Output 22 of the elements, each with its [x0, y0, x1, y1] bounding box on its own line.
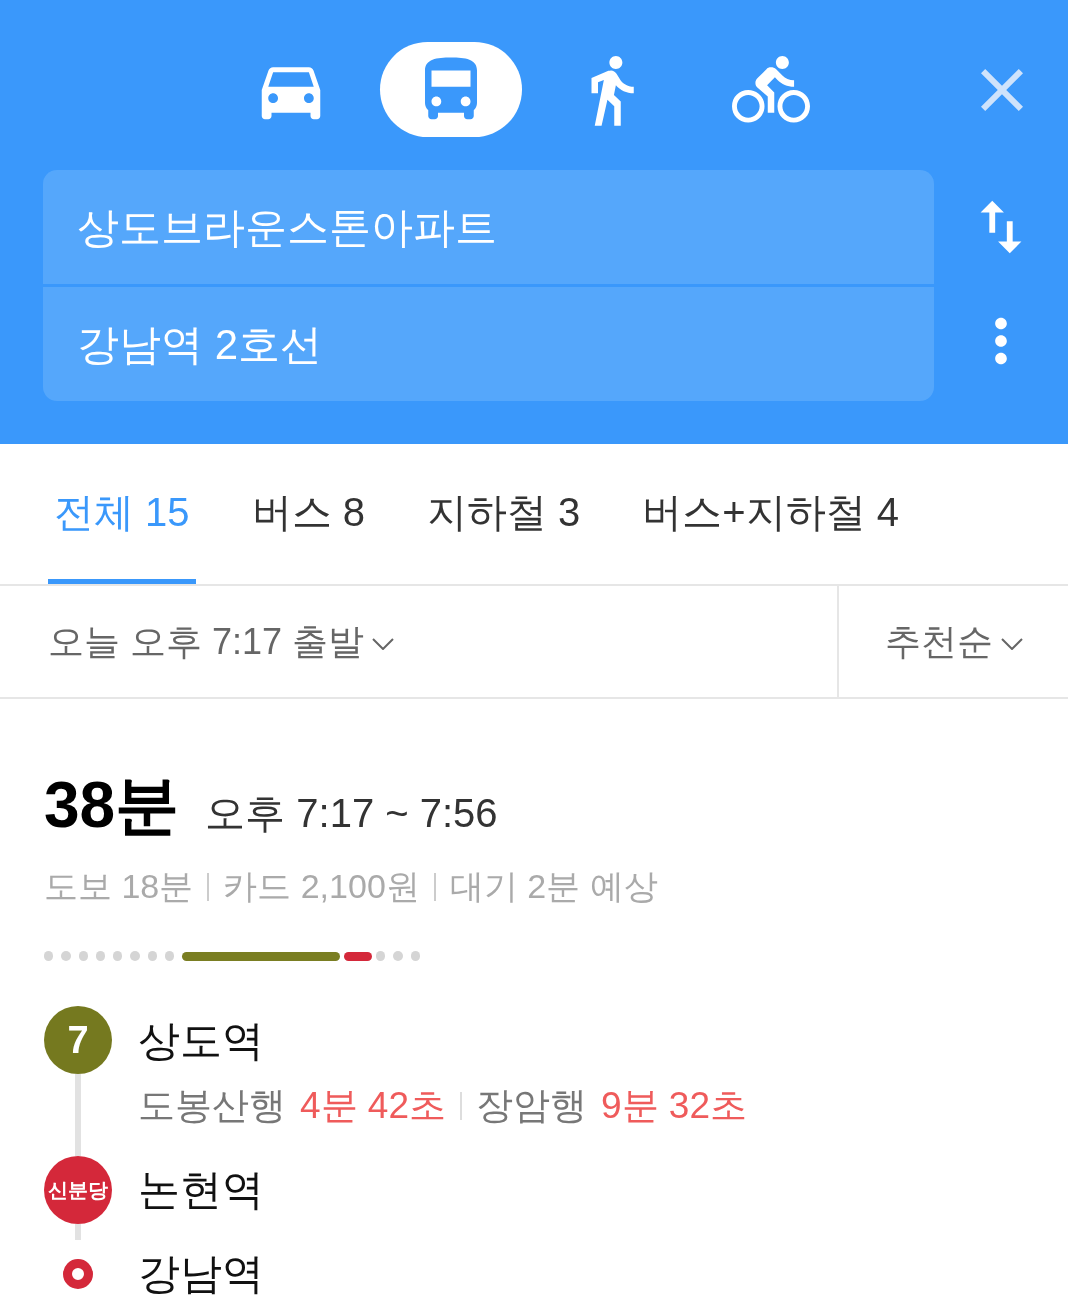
arrival-time: 9분 32초 [601, 1084, 748, 1128]
train-direction: 도봉산행 [138, 1084, 286, 1128]
route-duration: 38분 [44, 768, 180, 843]
arrival-time: 4분 42초 [300, 1084, 446, 1128]
line-badge: 7 [44, 1006, 112, 1074]
route-time-range: 오후 7:17 ~ 7:56 [205, 790, 498, 837]
departure-time-dropdown[interactable]: 오늘 오후 7:17 출발 [0, 586, 837, 697]
route-summary-item: 카드 2,100원 [223, 866, 420, 907]
filter-tab[interactable]: 버스+지하철 4 [636, 444, 906, 584]
station-name: 논현역 [138, 1165, 264, 1215]
station-name: 상도역 [138, 1015, 265, 1066]
line-badge: 신분당 [44, 1155, 112, 1224]
train-direction: 장암행 [476, 1084, 587, 1128]
filter-tab[interactable]: 버스 8 [245, 444, 371, 584]
chevron-down-icon [372, 637, 395, 650]
filter-tab[interactable]: 지하철 3 [420, 444, 587, 584]
sort-dropdown[interactable]: 추천순 [837, 586, 1068, 697]
route-summary-item: 대기 2분 예상 [449, 866, 658, 907]
chevron-down-icon [1000, 637, 1023, 650]
route-summary-item: 도보 18분 [44, 866, 194, 907]
station-name: 강남역 [138, 1249, 264, 1299]
filter-tab[interactable]: 전체 15 [48, 444, 196, 584]
